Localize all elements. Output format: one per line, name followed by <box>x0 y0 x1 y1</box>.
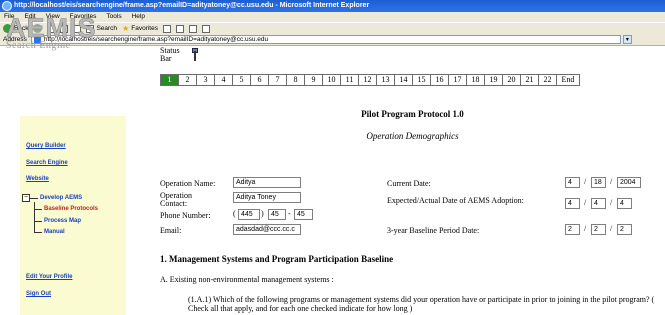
operation-contact-input[interactable]: Aditya Toney <box>233 192 301 203</box>
step-navigation: 1 2 3 4 5 6 7 8 9 10 11 12 13 14 15 16 17 18 19 20 21 22 End <box>160 74 580 86</box>
sidebar-link-sign-out[interactable]: Sign Out <box>26 291 51 297</box>
step-button[interactable]: 2 <box>178 74 197 86</box>
step-button[interactable]: 4 <box>214 74 233 86</box>
adoption-date-label: Expected/Actual Date of AEMS Adoption: <box>387 196 524 205</box>
phone-area-input[interactable]: 445 <box>238 209 260 220</box>
operation-contact-label: Operation Contact: <box>160 191 192 208</box>
step-button[interactable]: 5 <box>232 74 251 86</box>
current-date-day-input[interactable]: 18 <box>591 177 606 188</box>
edit-icon[interactable] <box>201 24 210 33</box>
tree-item-manual[interactable]: Manual <box>44 229 65 235</box>
step-end-button[interactable]: End <box>556 74 580 86</box>
email-label: Email: <box>160 226 182 235</box>
phone-prefix-input[interactable]: 45 <box>268 209 286 220</box>
sidebar-link-search-engine[interactable]: Search Engine <box>26 160 68 166</box>
page-subtitle: Operation Demographics <box>366 131 459 141</box>
history-icon[interactable] <box>162 24 171 33</box>
step-button[interactable]: 18 <box>466 74 485 86</box>
sidebar-link-website[interactable]: Website <box>26 176 49 182</box>
internet-explorer-icon <box>2 1 12 11</box>
sidebar-link-edit-profile[interactable]: Edit Your Profile <box>26 274 72 280</box>
tree-item-baseline-protocols[interactable]: Baseline Protocols <box>44 206 98 212</box>
step-button[interactable]: 7 <box>268 74 287 86</box>
step-button[interactable]: 22 <box>538 74 557 86</box>
step-button[interactable]: 17 <box>448 74 467 86</box>
baseline-date-year-input[interactable]: 2 <box>617 224 632 235</box>
print-icon[interactable] <box>188 24 197 33</box>
step-button[interactable]: 19 <box>484 74 503 86</box>
step-button[interactable]: 11 <box>340 74 359 86</box>
tree-item-develop-aems[interactable]: Develop AEMS <box>40 195 82 201</box>
flag-icon <box>191 48 199 61</box>
status-bar-header: Status Bar <box>160 46 198 63</box>
page-title: Pilot Program Protocol 1.0 <box>361 109 464 119</box>
adoption-date-month-input[interactable]: 4 <box>565 198 580 209</box>
adoption-date-year-input[interactable]: 4 <box>617 198 632 209</box>
sidebar-link-query-builder[interactable]: Query Builder <box>26 143 66 149</box>
mail-icon[interactable] <box>175 24 184 33</box>
question-text: (1.A.1) Which of the following programs … <box>188 295 655 313</box>
subsection-title: A. Existing non-environmental management… <box>160 275 334 284</box>
window-title: http://localhost/eis/searchengine/frame.… <box>14 2 370 9</box>
baseline-date-day-input[interactable]: 2 <box>591 224 606 235</box>
step-button[interactable]: 16 <box>430 74 449 86</box>
email-input[interactable]: adasdad@ccc.cc.c <box>233 224 301 235</box>
sidebar-tree: − Develop AEMS Baseline Protocols Proces… <box>22 194 126 244</box>
collapse-toggle-icon[interactable]: − <box>22 194 30 202</box>
sidebar: Query Builder Search Engine Website − De… <box>20 116 126 315</box>
main-content: Pilot Program Protocol 1.0 Operation Dem… <box>160 92 665 315</box>
address-dropdown-button[interactable]: ▾ <box>622 35 632 44</box>
step-button[interactable]: 8 <box>286 74 305 86</box>
step-button[interactable]: 1 <box>160 74 179 86</box>
current-date-year-input[interactable]: 2004 <box>617 177 641 188</box>
step-button[interactable]: 3 <box>196 74 215 86</box>
current-date-month-input[interactable]: 4 <box>565 177 580 188</box>
window-title-bar: http://localhost/eis/searchengine/frame.… <box>0 0 665 12</box>
baseline-date-label: 3-year Baseline Period Date: <box>387 226 480 235</box>
aemis-logo: AEMIS Search Engine <box>6 13 156 51</box>
current-date-label: Current Date: <box>387 179 431 188</box>
step-button[interactable]: 9 <box>304 74 323 86</box>
baseline-date-month-input[interactable]: 2 <box>565 224 580 235</box>
step-button[interactable]: 15 <box>412 74 431 86</box>
phone-line-input[interactable]: 45 <box>294 209 313 220</box>
step-button[interactable]: 10 <box>322 74 341 86</box>
step-button[interactable]: 20 <box>502 74 521 86</box>
step-button[interactable]: 13 <box>376 74 395 86</box>
step-button[interactable]: 12 <box>358 74 377 86</box>
step-button[interactable]: 14 <box>394 74 413 86</box>
step-button[interactable]: 21 <box>520 74 539 86</box>
operation-name-label: Operation Name: <box>160 179 216 188</box>
logo-title: AEMIS <box>6 13 97 43</box>
adoption-date-day-input[interactable]: 4 <box>591 198 606 209</box>
tree-item-process-map[interactable]: Process Map <box>44 218 81 224</box>
section-header: 1. Management Systems and Program Partic… <box>160 254 394 264</box>
status-bar-label: Status Bar <box>160 46 180 63</box>
step-button[interactable]: 6 <box>250 74 269 86</box>
phone-number-label: Phone Number: <box>160 211 211 220</box>
operation-name-input[interactable]: Aditya <box>233 177 301 188</box>
